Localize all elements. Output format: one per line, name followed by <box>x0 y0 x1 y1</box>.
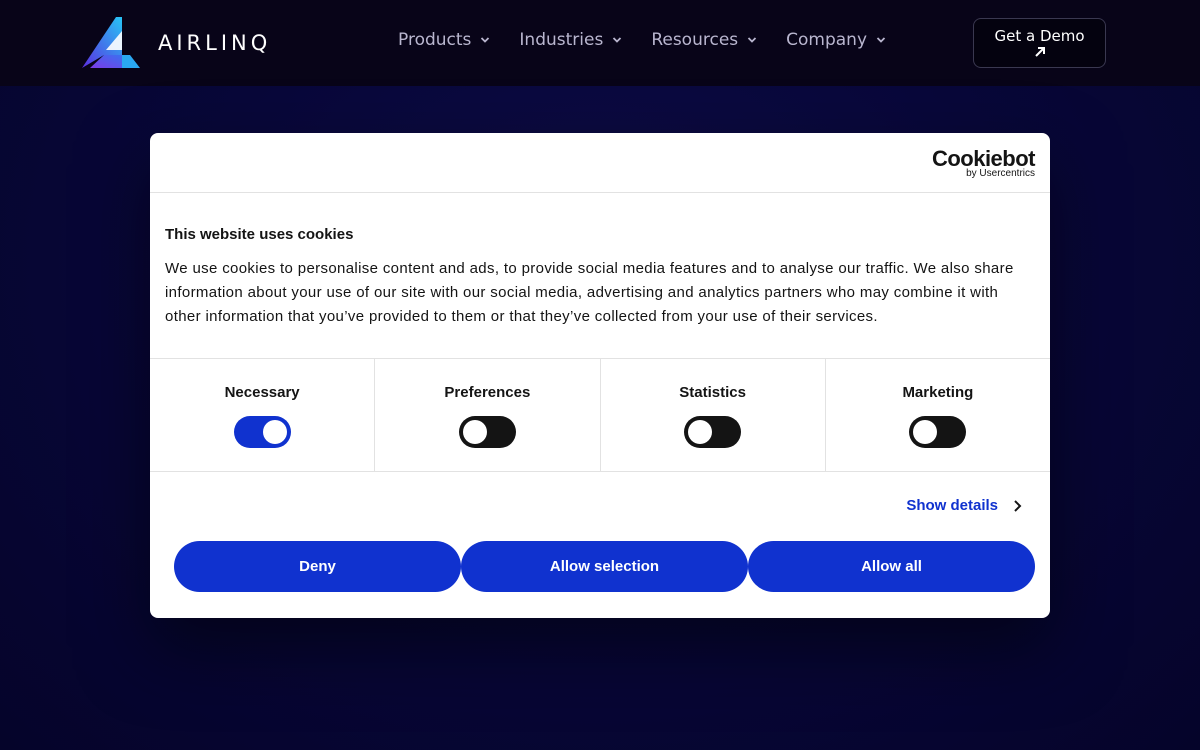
necessary-toggle[interactable] <box>233 416 291 448</box>
cookie-consent-dialog: Cookiebot by Usercentrics This website u… <box>150 133 1050 618</box>
arrow-up-right-icon <box>1034 47 1045 57</box>
brand-logo[interactable]: AIRLINQ <box>82 17 271 69</box>
cookie-dialog-body: This website uses cookies We use cookies… <box>150 193 1050 358</box>
category-preferences: Preferences <box>375 359 601 471</box>
airlinq-logo-icon <box>82 17 140 68</box>
cookie-categories: Necessary Preferences Statistics Marketi… <box>150 358 1050 472</box>
category-label: Statistics <box>679 384 746 401</box>
show-details-link[interactable]: Show details <box>906 497 1022 514</box>
chevron-down-icon <box>481 37 490 43</box>
nav-item-label: Company <box>786 30 868 50</box>
allow-all-button[interactable]: Allow all <box>748 541 1035 592</box>
chevron-down-icon <box>613 37 622 43</box>
cookie-dialog-title: This website uses cookies <box>165 226 354 243</box>
nav-item-label: Industries <box>519 30 604 50</box>
category-label: Necessary <box>224 384 300 401</box>
details-row: Show details <box>150 472 1050 542</box>
page: AIRLINQ Products Industries Resources Co… <box>0 0 1200 750</box>
toggle-knob <box>462 420 487 444</box>
get-a-demo-label: Get a Demo <box>994 27 1085 45</box>
toggle-knob <box>262 420 287 444</box>
chevron-down-icon <box>748 37 757 43</box>
nav-item-label: Resources <box>651 30 739 50</box>
brand-name: AIRLINQ <box>158 31 272 55</box>
chevron-down-icon <box>876 37 886 43</box>
nav-item-label: Products <box>398 30 472 50</box>
nav-item-company[interactable]: Company <box>786 30 886 50</box>
marketing-toggle[interactable] <box>909 416 967 448</box>
preferences-toggle[interactable] <box>458 416 516 448</box>
show-details-label: Show details <box>906 497 998 514</box>
allow-selection-button[interactable]: Allow selection <box>461 541 748 592</box>
chevron-right-icon <box>1014 499 1022 512</box>
deny-button[interactable]: Deny <box>174 541 461 592</box>
nav-item-products[interactable]: Products <box>398 30 490 50</box>
cookiebot-logo[interactable]: Cookiebot by Usercentrics <box>932 147 1036 179</box>
category-label: Preferences <box>444 384 531 401</box>
category-label: Marketing <box>902 384 974 401</box>
main-nav: Products Industries Resources Company <box>398 30 915 50</box>
toggle-knob <box>913 420 938 444</box>
site-header: AIRLINQ Products Industries Resources Co… <box>0 0 1200 86</box>
cookie-actions: Deny Allow selection Allow all <box>174 541 1035 592</box>
category-necessary: Necessary <box>150 359 376 471</box>
statistics-toggle[interactable] <box>684 416 742 448</box>
category-statistics: Statistics <box>601 359 826 471</box>
nav-item-industries[interactable]: Industries <box>519 30 622 50</box>
cookie-dialog-text: We use cookies to personalise content an… <box>165 260 1014 325</box>
nav-item-resources[interactable]: Resources <box>651 30 757 50</box>
cookie-dialog-header: Cookiebot by Usercentrics <box>150 133 1050 193</box>
get-a-demo-button[interactable]: Get a Demo <box>973 18 1106 68</box>
category-marketing: Marketing <box>826 359 1050 471</box>
toggle-knob <box>688 420 713 444</box>
